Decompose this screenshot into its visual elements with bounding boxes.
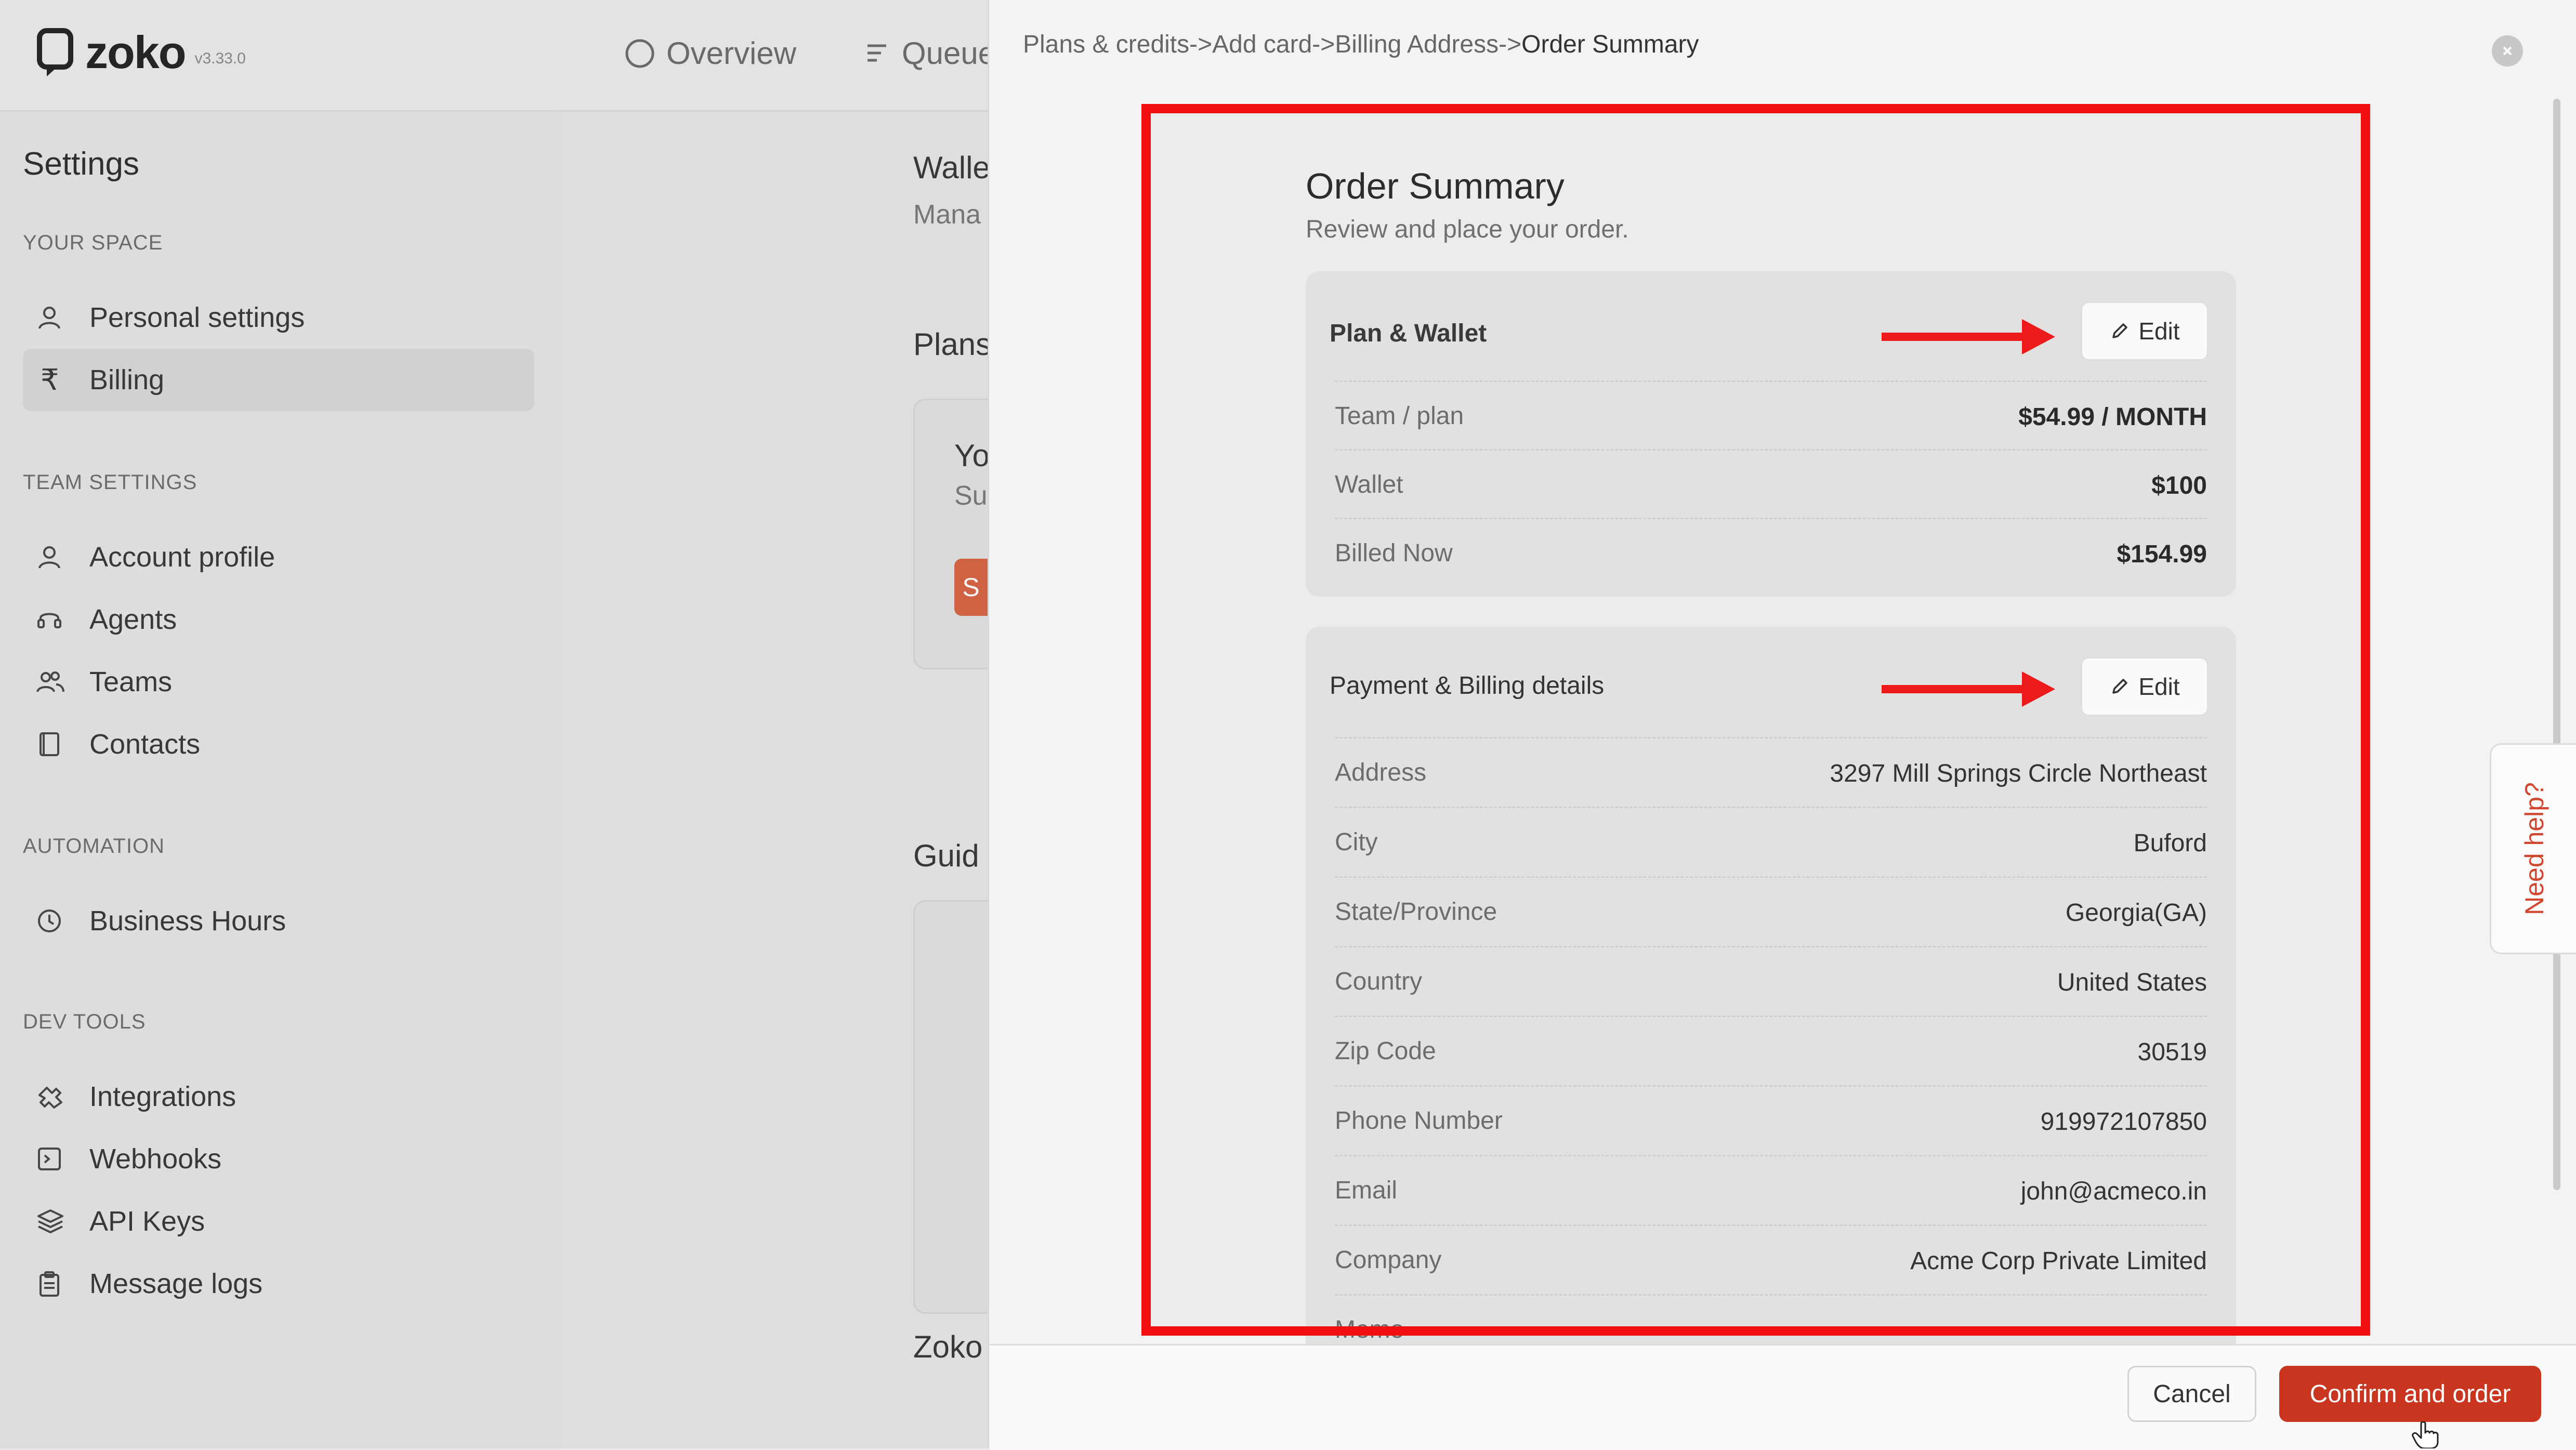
table-row: Company Acme Corp Private Limited [1335, 1224, 2207, 1295]
row-label: Country [1335, 968, 1423, 995]
backdrop-overlay[interactable] [0, 0, 988, 1448]
need-help-label: Need help? [2520, 782, 2549, 915]
row-label: Address [1335, 759, 1427, 786]
edit-billing-details-button[interactable]: Edit [2081, 657, 2209, 716]
row-label: Wallet [1335, 471, 1403, 498]
edit-plan-wallet-button[interactable]: Edit [2081, 301, 2209, 361]
annotation-arrow-icon [1882, 319, 2055, 354]
table-row: Country United States [1335, 946, 2207, 1016]
order-summary-subtitle: Review and place your order. [1306, 216, 1629, 243]
row-value: 919972107850 [2040, 1108, 2207, 1136]
row-value: $100 [2151, 472, 2207, 499]
breadcrumb-trail[interactable]: Plans & credits->Add card->Billing Addre… [1023, 31, 1521, 58]
table-row: Email john@acmeco.in [1335, 1155, 2207, 1225]
table-row: Wallet $100 [1335, 449, 2207, 519]
row-label: Company [1335, 1246, 1442, 1274]
row-value: United States [2057, 969, 2207, 996]
row-value: $54.99 / MONTH [2018, 403, 2207, 431]
need-help-tab[interactable]: Need help? [2490, 743, 2576, 954]
row-label: City [1335, 828, 1378, 856]
table-row: State/Province Georgia(GA) [1335, 876, 2207, 946]
edit-label: Edit [2138, 673, 2180, 700]
table-row: Team / plan $54.99 / MONTH [1335, 380, 2207, 451]
cancel-button[interactable]: Cancel [2127, 1366, 2256, 1422]
row-value: $154.99 [2117, 541, 2207, 568]
row-label: Team / plan [1335, 402, 1464, 430]
plan-wallet-heading: Plan & Wallet [1330, 320, 1487, 347]
breadcrumb-current: Order Summary [1521, 31, 1699, 58]
row-label: Phone Number [1335, 1107, 1503, 1135]
table-row: Zip Code 30519 [1335, 1016, 2207, 1086]
row-value: Acme Corp Private Limited [1910, 1247, 2207, 1275]
row-label: Email [1335, 1177, 1398, 1204]
table-row: Billed Now $154.99 [1335, 518, 2207, 588]
row-label: Billed Now [1335, 539, 1453, 567]
order-summary-title: Order Summary [1306, 166, 1565, 206]
close-button[interactable] [2492, 35, 2523, 67]
row-label: Zip Code [1335, 1037, 1436, 1065]
row-value: Georgia(GA) [2065, 899, 2207, 927]
row-value: 3297 Mill Springs Circle Northeast [1830, 760, 2207, 787]
close-icon [2503, 46, 2512, 56]
edit-label: Edit [2138, 318, 2180, 345]
hand-cursor-icon [2412, 1421, 2439, 1448]
breadcrumb: Plans & credits->Add card->Billing Addre… [1023, 30, 1699, 59]
pencil-icon [2112, 679, 2128, 694]
billing-details-heading: Payment & Billing details [1330, 672, 1605, 700]
row-value: 30519 [2137, 1038, 2207, 1066]
table-row: City Buford [1335, 807, 2207, 877]
row-label: State/Province [1335, 898, 1497, 926]
annotation-arrow-icon [1882, 671, 2055, 707]
row-value: Buford [2133, 829, 2207, 857]
table-row: Phone Number 919972107850 [1335, 1085, 2207, 1155]
pencil-icon [2112, 323, 2128, 338]
confirm-order-button[interactable]: Confirm and order [2279, 1366, 2541, 1422]
row-label: Memo [1335, 1316, 1404, 1343]
table-row: Address 3297 Mill Springs Circle Northea… [1335, 737, 2207, 807]
drawer-scrollbar[interactable] [2553, 99, 2560, 1190]
row-value: john@acmeco.in [2020, 1178, 2207, 1205]
